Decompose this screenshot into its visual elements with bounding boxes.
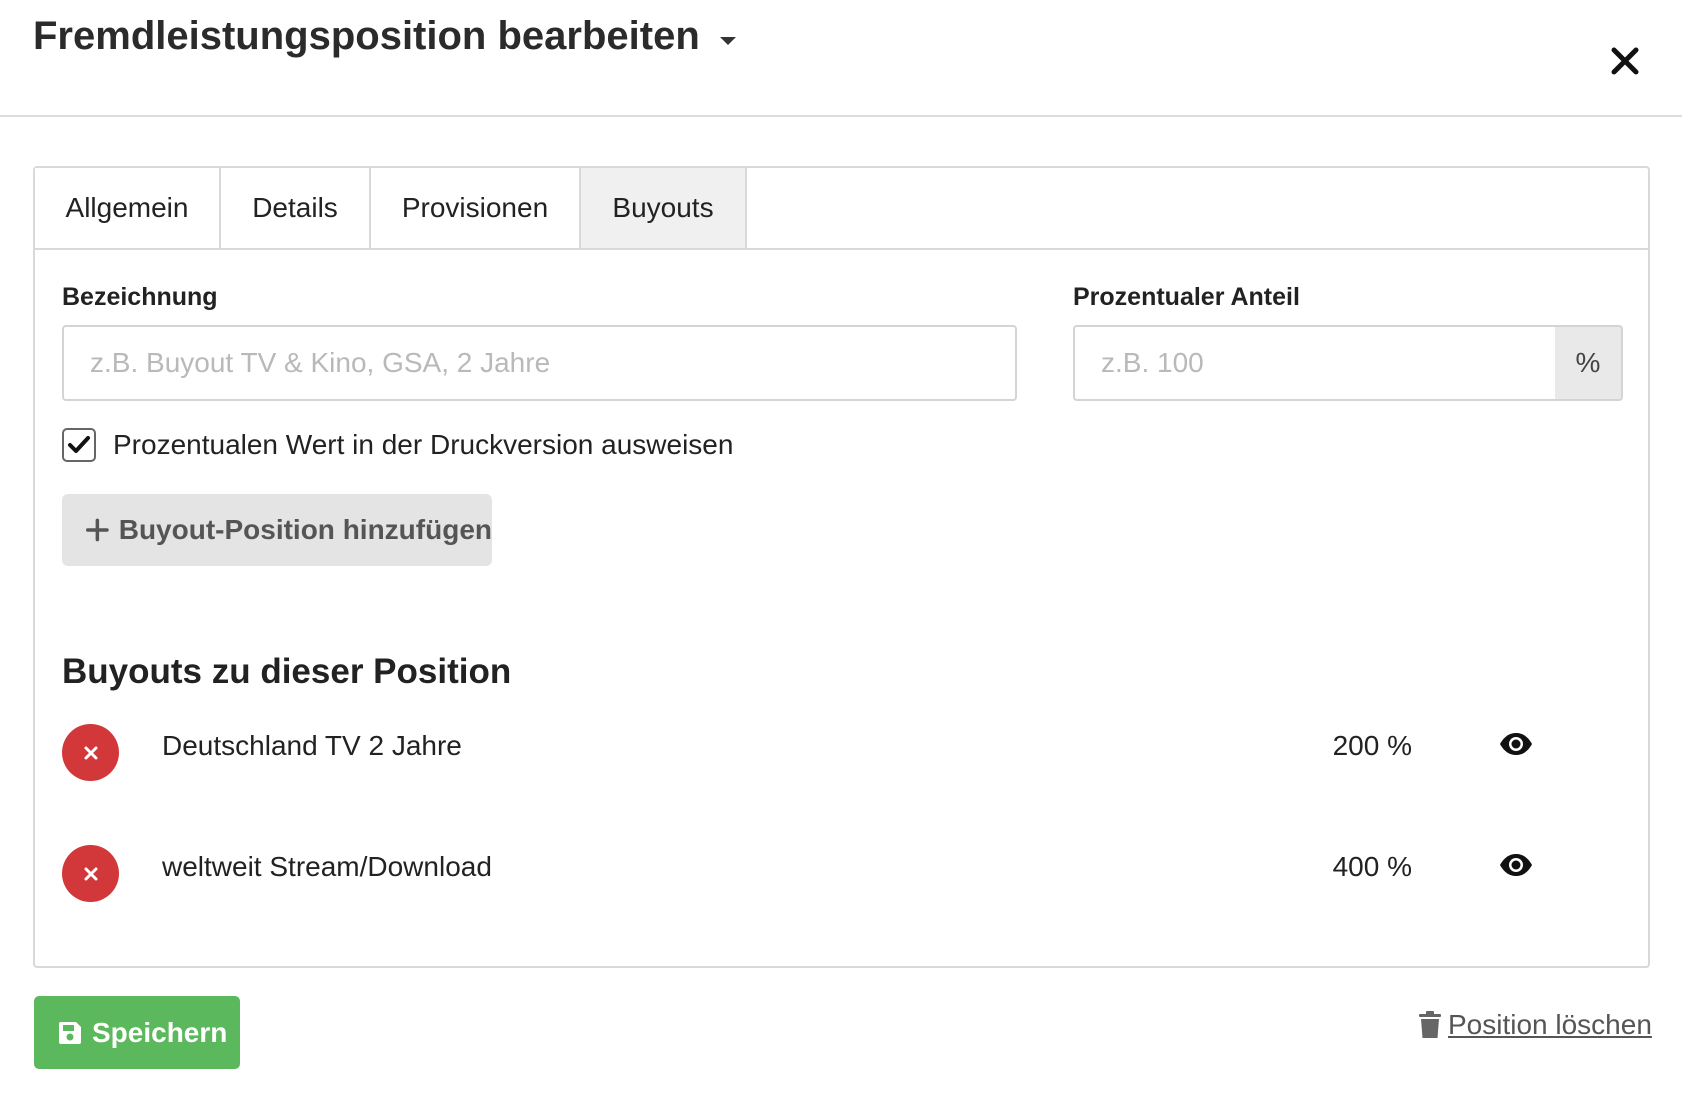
buyouts-card: Allgemein Details Provisionen Buyouts Be… [33,166,1650,968]
modal-header: Fremdleistungsposition bearbeiten [0,0,1682,117]
show-percent-row: Prozentualen Wert in der Druckversion au… [62,428,733,462]
bezeichnung-input[interactable] [62,325,1017,401]
edit-position-modal: Fremdleistungsposition bearbeiten Allgem… [0,0,1682,1120]
tab-allgemein[interactable]: Allgemein [35,168,221,248]
add-buyout-button[interactable]: Buyout-Position hinzufügen [62,494,492,566]
percent-addon: % [1555,325,1623,401]
tab-bar: Allgemein Details Provisionen Buyouts [35,168,1648,250]
close-icon[interactable] [1608,44,1642,78]
caret-down-icon[interactable] [719,36,736,45]
show-percent-checkbox[interactable] [62,428,96,462]
plus-icon [86,518,109,542]
show-percent-label[interactable]: Prozentualen Wert in der Druckversion au… [113,429,733,461]
close-icon [84,867,97,880]
anteil-label: Prozentualer Anteil [1073,283,1300,311]
add-buyout-label: Buyout-Position hinzufügen [118,514,492,545]
list-item: Deutschland TV 2 Jahre 200 % [62,724,1622,784]
modal-title: Fremdleistungsposition bearbeiten [33,14,700,58]
buyout-name: weltweit Stream/Download [162,851,492,882]
remove-buyout-button[interactable] [62,845,119,902]
save-label: Speichern [92,1016,228,1048]
buyouts-section-title: Buyouts zu dieser Position [62,652,512,691]
buyout-name: Deutschland TV 2 Jahre [162,730,462,761]
delete-position-label: Position löschen [1448,1009,1652,1040]
buyout-percent: 200 % [1332,730,1412,761]
eye-icon[interactable] [1499,732,1533,756]
title-dropdown[interactable]: Fremdleistungsposition bearbeiten [33,14,736,59]
tab-buyouts[interactable]: Buyouts [581,168,747,248]
checkmark-icon [68,436,90,453]
floppy-disk-icon [59,1021,81,1044]
close-icon [84,746,97,759]
anteil-input[interactable] [1073,325,1557,401]
delete-position-link[interactable]: Position löschen [1418,1009,1652,1041]
eye-icon[interactable] [1499,853,1533,877]
tab-provisionen[interactable]: Provisionen [371,168,581,248]
remove-buyout-button[interactable] [62,724,119,781]
tab-details[interactable]: Details [221,168,371,248]
list-item: weltweit Stream/Download 400 % [62,845,1622,905]
buyout-percent: 400 % [1332,851,1412,882]
trash-icon [1419,1011,1441,1038]
save-button[interactable]: Speichern [34,996,240,1069]
bezeichnung-label: Bezeichnung [62,283,218,311]
